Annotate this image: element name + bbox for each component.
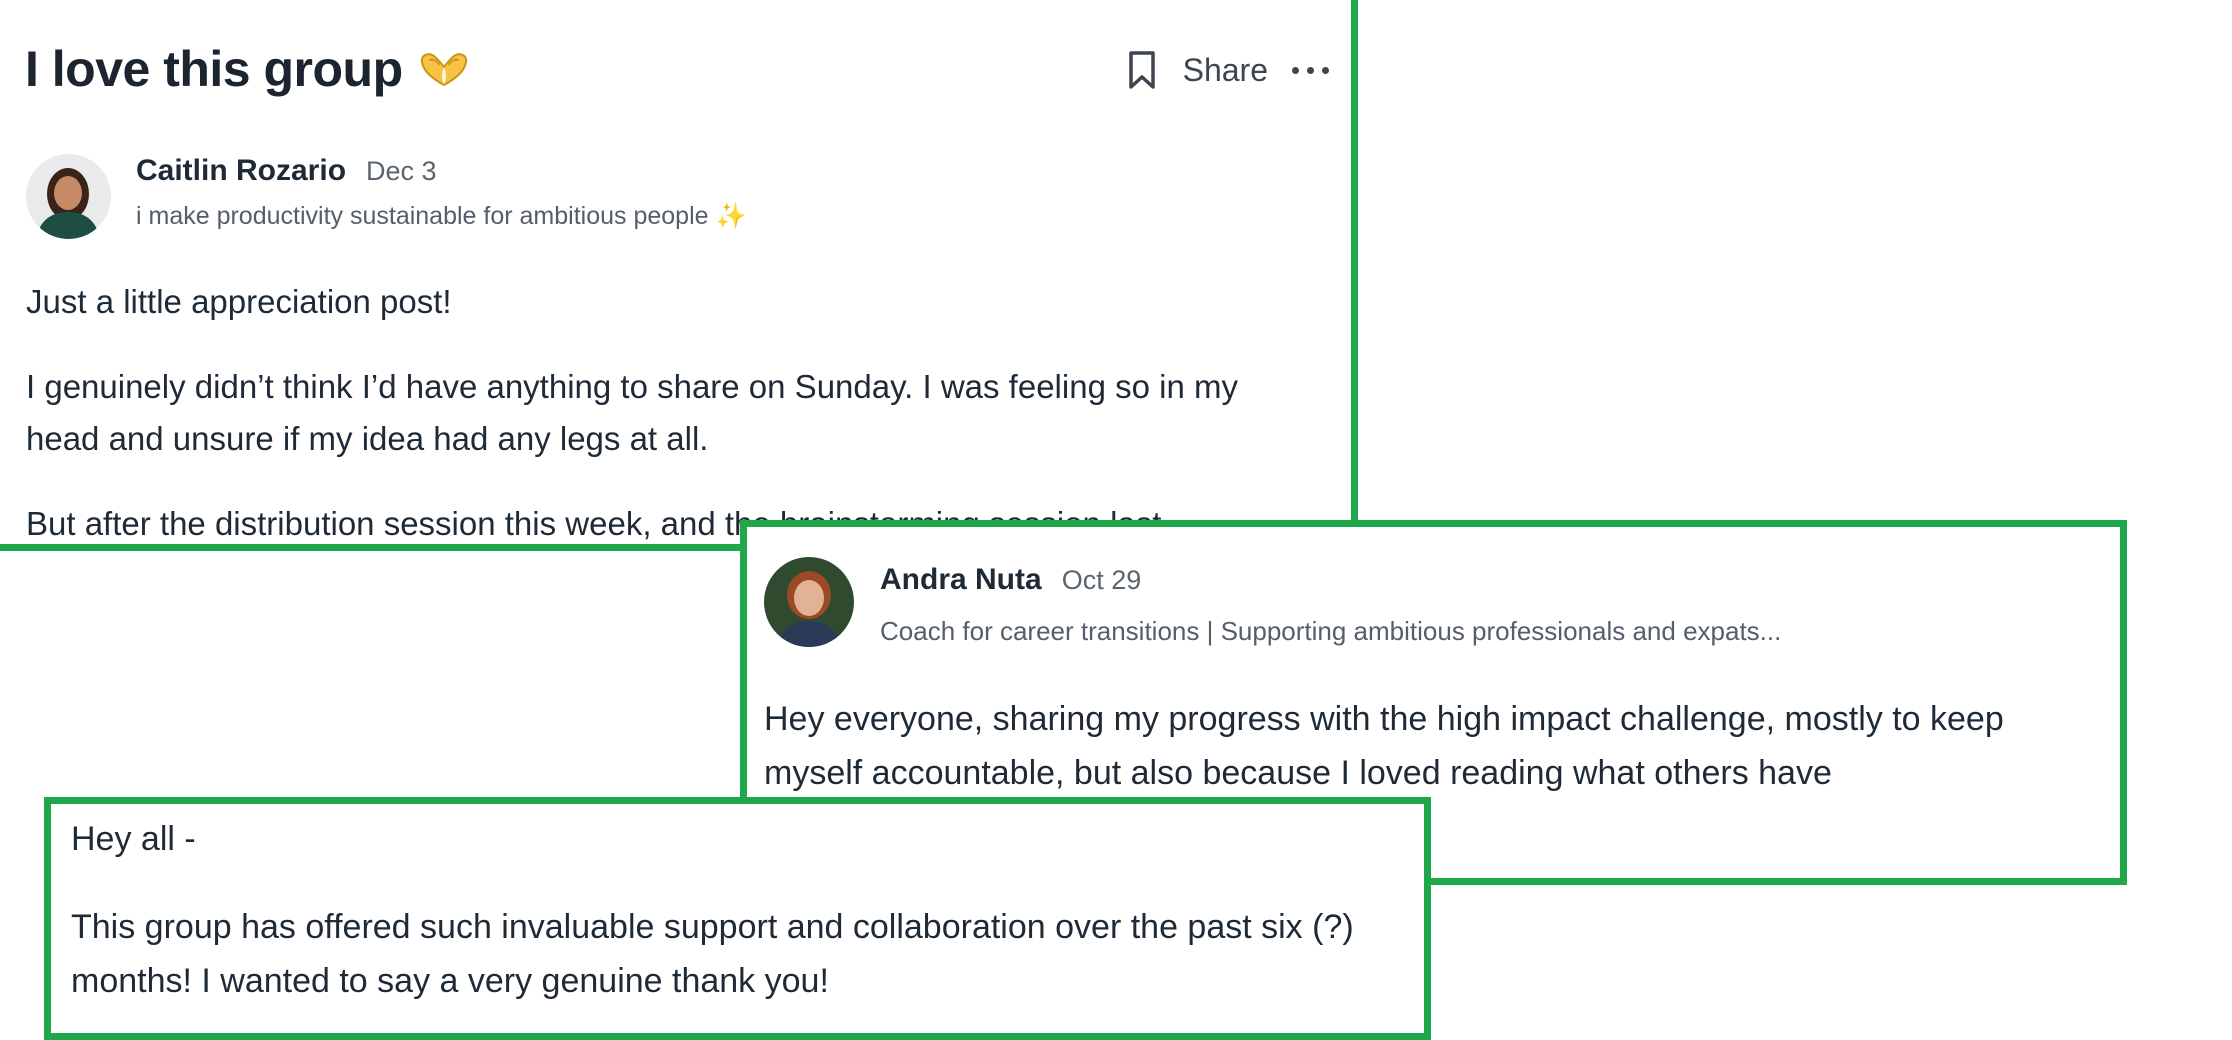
post-paragraph: Hey everyone, sharing my progress with t… — [764, 700, 2004, 792]
author-name[interactable]: Andra Nuta — [880, 563, 1042, 597]
post-actions: Share — [1125, 50, 1329, 90]
author-tagline: i make productivity sustainable for ambi… — [136, 202, 747, 230]
post-body: Hey all - This group has offered such in… — [71, 812, 1411, 1008]
post-paragraph: I genuinely didn’t think I’d have anythi… — [26, 368, 1238, 457]
author-avatar[interactable] — [26, 154, 111, 239]
post-body: Just a little appreciation post! I genui… — [26, 276, 1316, 544]
post-card-i-love-this-group: I love this group Share Caitlin Rozario … — [0, 0, 1358, 551]
post-date: Dec 3 — [366, 156, 437, 186]
author-tagline: Coach for career transitions | Supportin… — [880, 616, 1782, 646]
author-avatar[interactable] — [764, 557, 854, 647]
post-paragraph: This group has offered such invaluable s… — [71, 908, 1354, 1000]
author-line: Andra Nuta Oct 29 — [880, 563, 1141, 597]
post-paragraph: Just a little appreciation post! — [26, 283, 452, 320]
author-line: Caitlin Rozario Dec 3 — [136, 154, 437, 188]
post-paragraph: Hey all - — [71, 820, 196, 858]
bookmark-icon[interactable] — [1125, 50, 1159, 90]
heart-hands-emoji-icon — [417, 49, 471, 89]
author-name[interactable]: Caitlin Rozario — [136, 154, 346, 188]
post-title-text: I love this group — [25, 41, 403, 97]
more-options-icon[interactable] — [1292, 60, 1329, 80]
share-button[interactable]: Share — [1183, 52, 1268, 89]
post-card-thank-you: Hey all - This group has offered such in… — [44, 797, 1431, 1040]
post-title: I love this group — [25, 40, 471, 98]
post-date: Oct 29 — [1061, 565, 1142, 595]
post-body: Hey everyone, sharing my progress with t… — [764, 692, 2099, 800]
